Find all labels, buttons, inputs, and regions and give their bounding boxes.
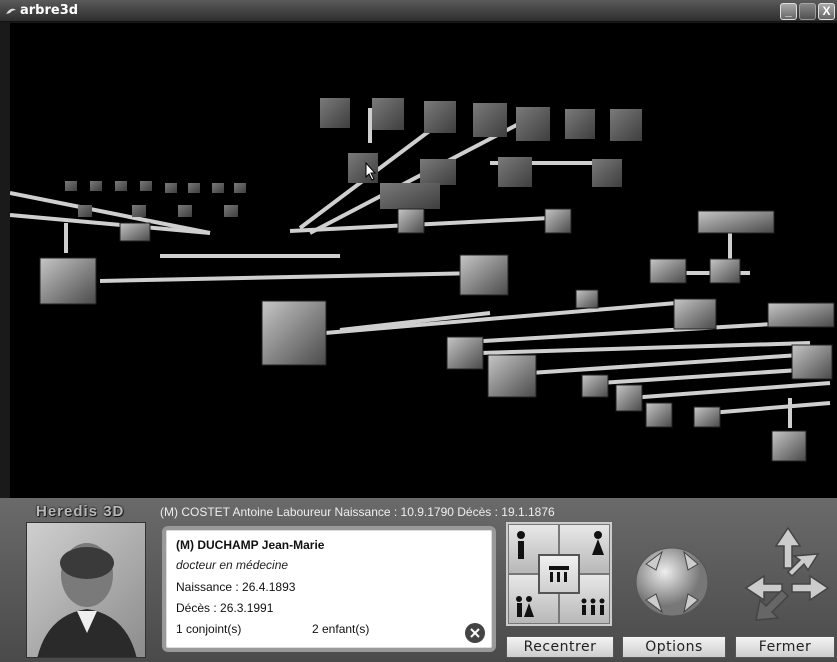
tree-links [10,108,831,428]
options-button[interactable]: Options [622,636,726,658]
person-photo-cubes[interactable] [39,208,835,462]
window-title: arbre3d [20,3,79,18]
family-navigation-grid [506,522,612,626]
person-occupation: docteur en médecine [176,558,289,572]
person-birth: Naissance : 26.4.1893 [176,580,296,594]
minimize-icon[interactable]: _ [780,3,797,20]
move-arrows-icon[interactable] [738,524,830,628]
portrait-image [37,543,137,657]
app-window: arbre3d _ X Heredis 3D (M) COSTET Antoin… [0,0,837,662]
close-icon[interactable]: X [818,3,835,20]
close-button[interactable]: Fermer [735,636,835,658]
tree-3d-scene[interactable] [10,23,837,498]
person-children[interactable]: 2 enfant(s) [312,622,369,636]
person-card[interactable]: (M) DUCHAMP Jean-Marie docteur en médeci… [162,526,496,652]
person-death: Décès : 26.3.1991 [176,601,274,615]
person-name: (M) DUCHAMP Jean-Marie [176,538,325,552]
title-bar[interactable]: arbre3d _ X [0,0,837,22]
rotate-globe-icon[interactable] [626,524,718,628]
app-icon [6,8,16,14]
minimize-label: _ [785,4,792,18]
person-spouses[interactable]: 1 conjoint(s) [176,622,241,636]
maximize-icon[interactable] [799,3,816,20]
family-icon [549,566,569,582]
close-label: X [822,4,831,18]
current-person-center[interactable] [538,554,580,594]
person-portrait [26,522,146,658]
tree-3d-viewport[interactable] [10,23,837,498]
close-card-icon[interactable] [464,622,486,644]
app-logo: Heredis 3D [36,503,125,520]
recenter-button[interactable]: Recentrer [506,636,614,658]
hover-status-line: (M) COSTET Antoine Laboureur Naissance :… [160,505,555,519]
ancestor-cubes[interactable] [65,98,642,217]
info-panel: Heredis 3D (M) COSTET Antoine Laboureur … [0,498,837,662]
